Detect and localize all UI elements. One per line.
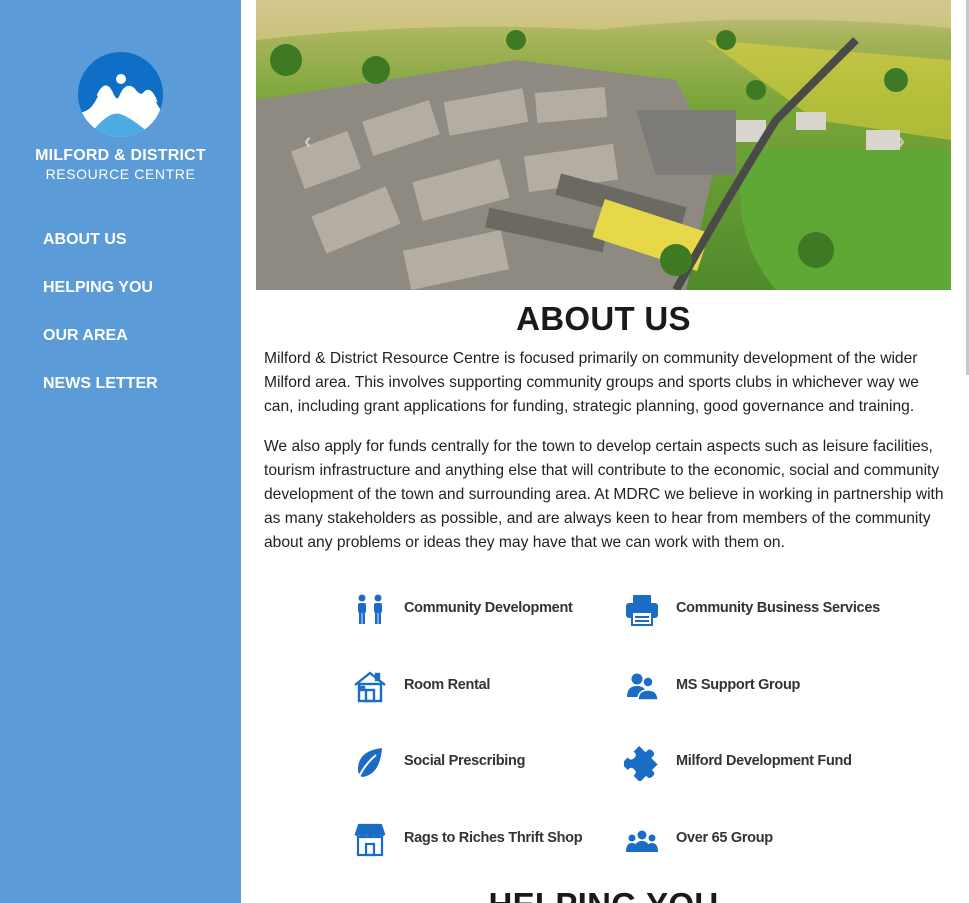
service-label: Community Business Services	[676, 600, 880, 616]
support-group-icon	[624, 669, 660, 705]
nav-item-helping-you[interactable]: HELPING YOU	[43, 278, 158, 326]
service-label: Community Development	[404, 600, 573, 616]
service-label: MS Support Group	[676, 677, 801, 693]
about-paragraph-1: Milford & District Resource Centre is fo…	[264, 350, 919, 415]
service-milford-development-fund[interactable]: Milford Development Fund	[624, 743, 852, 783]
brand-subtitle: RESOURCE CENTRE	[45, 166, 196, 182]
logo[interactable]: MILFORD & DISTRICT RESOURCE CENTRE	[0, 52, 241, 182]
leaf-icon	[352, 745, 388, 781]
carousel-prev-icon[interactable]: ‹	[304, 128, 311, 154]
service-room-rental[interactable]: Room Rental	[352, 667, 490, 707]
service-label: Milford Development Fund	[676, 753, 852, 769]
house-icon	[352, 669, 388, 705]
main-nav: ABOUT US HELPING YOU OUR AREA NEWS LETTE…	[43, 230, 158, 422]
service-ms-support-group[interactable]: MS Support Group	[624, 667, 800, 707]
nav-item-news-letter[interactable]: NEWS LETTER	[43, 374, 158, 422]
service-community-business-services[interactable]: Community Business Services	[624, 590, 880, 630]
section-title-helping-you: HELPING YOU	[256, 886, 951, 903]
service-label: Rags to Riches Thrift Shop	[404, 830, 583, 846]
service-social-prescribing[interactable]: Social Prescribing	[352, 743, 525, 783]
about-paragraph-2: We also apply for funds centrally for th…	[264, 438, 944, 551]
service-label: Social Prescribing	[404, 753, 526, 769]
hero-carousel[interactable]: ‹ ›	[256, 0, 951, 290]
service-rags-to-riches-thrift-shop[interactable]: Rags to Riches Thrift Shop	[352, 820, 583, 860]
shop-icon	[352, 822, 388, 858]
carousel-next-icon[interactable]: ›	[898, 128, 905, 154]
hero-image	[256, 0, 951, 290]
people-icon	[352, 592, 388, 628]
printer-icon	[624, 592, 660, 628]
sidebar: MILFORD & DISTRICT RESOURCE CENTRE ABOUT…	[0, 0, 241, 903]
service-label: Over 65 Group	[676, 830, 773, 846]
brand-name: MILFORD & DISTRICT	[35, 147, 206, 164]
service-label: Room Rental	[404, 677, 491, 693]
puzzle-icon	[624, 745, 660, 781]
mountain-logo-icon	[78, 52, 163, 137]
nav-item-about-us[interactable]: ABOUT US	[43, 230, 158, 278]
nav-item-our-area[interactable]: OUR AREA	[43, 326, 158, 374]
group-icon	[624, 822, 660, 858]
service-community-development[interactable]: Community Development	[352, 590, 573, 630]
service-over-65-group[interactable]: Over 65 Group	[624, 820, 773, 860]
page-title: ABOUT US	[516, 300, 691, 337]
